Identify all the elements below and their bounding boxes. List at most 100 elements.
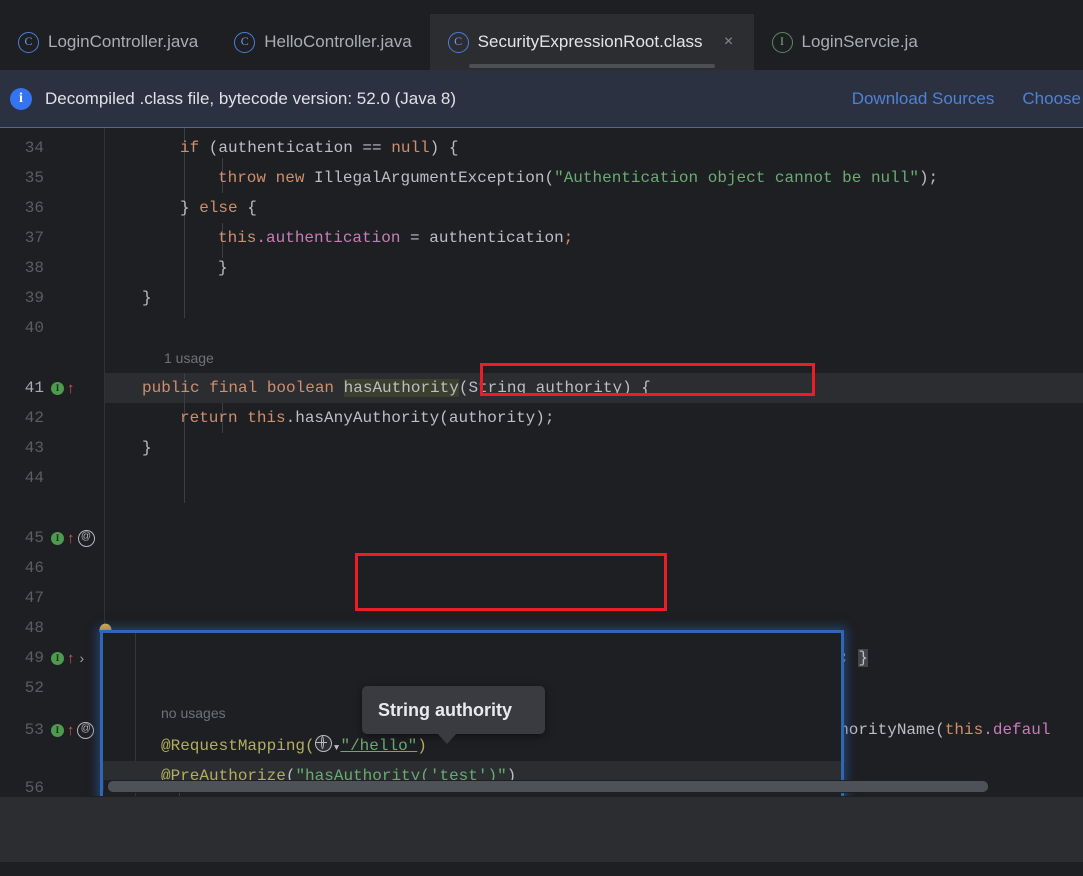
line-number: 35	[24, 169, 44, 187]
gutter-line-41: 41 I ↑	[0, 373, 104, 403]
gutter-icons[interactable]: I ↑ @ ›	[50, 721, 104, 739]
string-literal: "Authentication object cannot be null"	[554, 169, 919, 187]
code-fragment: ;	[563, 229, 574, 247]
line-number: 37	[24, 229, 44, 247]
tab-label: SecurityExpressionRoot.class	[477, 32, 703, 51]
tab-login-controller[interactable]: C LoginController.java	[0, 14, 216, 70]
tab-label: LoginController.java	[48, 32, 199, 51]
code-fragment: = authentication	[400, 229, 564, 247]
gutter-line: 37	[0, 223, 104, 253]
method-name-highlight: hasAuthority	[343, 379, 459, 397]
line-number: 44	[24, 469, 44, 487]
code-editor[interactable]: 34 35 36 37 38 39 40 41 I ↑ 42 43 44 45 …	[0, 128, 1083, 796]
java-class-icon: C	[234, 31, 256, 53]
type-name: IllegalArgumentException	[314, 169, 545, 187]
gutter-line: 43	[0, 433, 104, 463]
download-sources-link[interactable]: Download Sources	[852, 89, 995, 109]
code-fragment: ) {	[429, 139, 459, 157]
code-fragment: (	[305, 737, 315, 755]
line-number: 53	[24, 721, 44, 739]
usage-count-label[interactable]: no usages	[161, 705, 226, 721]
code-fragment: }	[218, 259, 228, 277]
line-number: 52	[24, 679, 44, 697]
annotation-icon[interactable]: @	[77, 721, 95, 739]
gutter-line-49: 49 I ↑ ›	[0, 643, 104, 673]
tab-login-servcie[interactable]: I LoginServcie.ja	[754, 14, 936, 70]
code-line-34: if (authentication == null) {	[104, 133, 458, 163]
annotation-icon[interactable]: @	[77, 529, 95, 547]
override-arrow-icon[interactable]: ↑	[67, 381, 75, 396]
code-line-42: return this.hasAnyAuthority(authority);	[104, 403, 554, 433]
gutter-line: 48	[0, 613, 104, 643]
popup-usage-hint[interactable]: no usages	[103, 698, 226, 728]
tab-security-expression-root[interactable]: C SecurityExpressionRoot.class ×	[429, 14, 754, 70]
gutter-line: 46	[0, 553, 104, 583]
line-number: 45	[24, 529, 44, 547]
gutter-line: 36	[0, 193, 104, 223]
implemented-method-icon[interactable]: I	[51, 651, 64, 665]
globe-icon[interactable]	[314, 735, 332, 752]
gutter-line: 38	[0, 253, 104, 283]
code-fragment: (	[544, 169, 555, 187]
gutter-line: 35	[0, 163, 104, 193]
keyword-if: if	[180, 139, 200, 157]
java-class-icon: C	[18, 31, 39, 53]
tab-strip: C LoginController.java C HelloController…	[0, 14, 936, 70]
bottom-tool-window: CSDN @不应该热爱	[0, 796, 1083, 863]
gutter-line: 47	[0, 583, 104, 613]
line-number: 39	[24, 289, 44, 307]
code-line-38: }	[104, 253, 228, 283]
close-icon[interactable]: ×	[722, 34, 736, 50]
tab-hello-controller[interactable]: C HelloController.java	[216, 14, 429, 70]
usage-hint-line-41[interactable]: 1 usage	[104, 343, 214, 373]
line-number: 36	[24, 199, 44, 217]
implemented-method-icon[interactable]: I	[50, 723, 64, 737]
override-arrow-icon[interactable]: ↑	[67, 723, 75, 738]
notification-actions: Download Sources Choose	[852, 89, 1083, 109]
java-class-icon: C	[447, 31, 469, 53]
gutter-line: 39	[0, 283, 104, 313]
gutter-line-45: 45 I ↑ @	[0, 523, 104, 553]
tooltip-highlight-box	[355, 553, 667, 611]
line-number: 41	[24, 379, 44, 397]
line-number: 42	[24, 409, 44, 427]
signature-highlight-box	[480, 363, 815, 396]
override-arrow-icon[interactable]: ↑	[67, 531, 75, 546]
choose-sources-link[interactable]: Choose	[1022, 89, 1081, 109]
line-number: 38	[24, 259, 44, 277]
window-bottom-edge	[0, 862, 1083, 876]
gutter-line: 42	[0, 403, 104, 433]
gutter-icons[interactable]: I ↑ @	[51, 529, 95, 547]
override-arrow-icon[interactable]: ↑	[67, 651, 75, 666]
code-fragment: }	[180, 199, 200, 217]
editor-gutter[interactable]: 34 35 36 37 38 39 40 41 I ↑ 42 43 44 45 …	[0, 128, 105, 796]
code-fragment: );	[918, 169, 939, 187]
code-fragment: {	[237, 199, 257, 217]
gutter-icons[interactable]: I ↑	[51, 381, 75, 396]
implemented-method-icon[interactable]: I	[51, 381, 64, 395]
keyword-return: return	[180, 409, 248, 427]
url-string-literal[interactable]: "/hello"	[340, 737, 417, 755]
notification-message: Decompiled .class file, bytecode version…	[45, 88, 457, 108]
line-number: 47	[24, 589, 44, 607]
tab-label: HelloController.java	[264, 32, 412, 51]
code-line-43: }	[104, 433, 152, 463]
implemented-method-icon[interactable]: I	[51, 531, 64, 545]
keyword-this: this	[218, 229, 257, 247]
popup-request-mapping-line: @RequestMapping(▾"/hello")	[103, 731, 427, 761]
keyword-else: else	[199, 199, 238, 217]
gutter-icons[interactable]: I ↑ ›	[51, 651, 84, 666]
keyword-throw: throw	[218, 169, 267, 187]
code-line-39: }	[104, 283, 152, 313]
field-reference: .authentication	[256, 229, 401, 247]
gutter-line: 40	[0, 313, 104, 343]
usage-count-label[interactable]: 1 usage	[164, 350, 214, 366]
keyword-this: this	[247, 409, 286, 427]
tab-label: LoginServcie.ja	[801, 32, 918, 51]
line-number: 40	[24, 319, 44, 337]
decompiled-notification-bar: i Decompiled .class file, bytecode versi…	[0, 70, 1083, 128]
horizontal-scrollbar-thumb[interactable]	[108, 781, 988, 792]
info-icon: i	[10, 87, 32, 110]
expand-chevron-icon[interactable]: ›	[80, 651, 85, 665]
keyword-new: new	[275, 169, 305, 187]
